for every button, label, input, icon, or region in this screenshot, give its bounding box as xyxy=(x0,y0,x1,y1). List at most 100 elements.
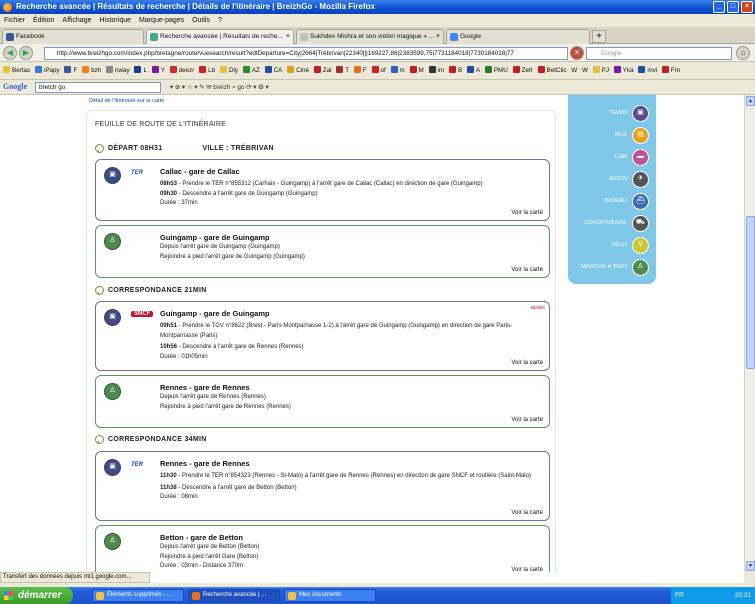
back-button[interactable]: ◀ xyxy=(3,46,17,60)
bookmark-label: B xyxy=(457,67,463,74)
taskbar-item-firefox[interactable]: Recherche avancée | ... xyxy=(188,589,280,602)
bookmark-item[interactable]: Bertas xyxy=(3,62,30,79)
menu-outils[interactable]: Outils xyxy=(192,14,210,27)
plane-icon: ✈ xyxy=(632,170,649,188)
bookmark-label: PMU xyxy=(493,67,508,74)
bookmark-item[interactable]: Lb xyxy=(199,62,215,79)
mode-bateau[interactable]: BATEAU ⛴ xyxy=(604,190,649,212)
window-titlebar[interactable]: Recherche avancée | Résultats de recherc… xyxy=(0,0,755,14)
bookmark-label: nway xyxy=(114,67,130,74)
bookmark-item[interactable]: T xyxy=(336,62,349,79)
bookmark-item[interactable]: PMU xyxy=(484,62,508,79)
tab-close-button[interactable]: × xyxy=(286,30,290,43)
scroll-up-icon[interactable]: ▲ xyxy=(746,96,755,106)
itinerary-step: ▣ TER Rennes - gare de Rennes 11h30 - Pr… xyxy=(95,451,550,521)
bookmark-item[interactable]: deezr xyxy=(169,62,195,79)
bookmark-item[interactable]: A xyxy=(466,62,480,79)
bookmark-item[interactable]: Yka xyxy=(613,62,634,79)
language-indicator[interactable]: FR xyxy=(675,592,684,599)
bus-icon: ▤ xyxy=(632,126,649,144)
taskbar-item-documents[interactable]: Mes documents xyxy=(284,589,376,602)
tab-sukhdev[interactable]: Sukhdev Mishra et son violon magique « .… xyxy=(296,29,444,44)
bookmark-item[interactable]: Ciné xyxy=(287,62,309,79)
bookmark-item[interactable]: Dly xyxy=(219,62,238,79)
bookmark-item[interactable]: Fm xyxy=(661,62,680,79)
see-map-link[interactable]: Voir la carte xyxy=(511,210,543,216)
mode-marche[interactable]: MARCHE À PIED ♙ xyxy=(581,256,649,278)
search-input[interactable]: Google xyxy=(586,47,732,60)
see-map-link[interactable]: Voir la carte xyxy=(511,510,543,516)
bookmark-item[interactable]: im xyxy=(428,62,445,79)
clock[interactable]: 20:31 xyxy=(735,587,751,604)
bookmark-item[interactable]: bzh xyxy=(82,62,101,79)
bookmark-item[interactable]: iPapy xyxy=(34,62,60,79)
new-tab-button[interactable]: + xyxy=(592,30,606,43)
bookmark-item[interactable]: of xyxy=(371,62,386,79)
stop-button[interactable]: ✕ xyxy=(570,46,584,60)
bookmark-item[interactable]: mvi xyxy=(638,62,657,79)
boat-icon: ⛴ xyxy=(632,192,649,210)
bookmark-label: W xyxy=(571,67,578,74)
home-button[interactable]: ⌂ xyxy=(736,46,750,60)
tab-close-button[interactable]: × xyxy=(436,30,440,43)
mode-car[interactable]: CAR ▬ xyxy=(615,146,649,168)
bookmark-item[interactable]: Zefr xyxy=(512,62,533,79)
bookmark-label: deezr xyxy=(178,67,195,74)
map-detail-link[interactable]: Détail de l'itinéraire sur la carte xyxy=(89,98,164,104)
step-details: 09h51 - Prendre le TGV n°8622 (Brest - P… xyxy=(160,322,545,362)
vertical-scrollbar[interactable]: ▲ ▼ xyxy=(744,95,755,572)
bookmark-item[interactable]: W xyxy=(571,62,578,79)
google-icon xyxy=(450,33,458,41)
mode-avion[interactable]: AVION ✈ xyxy=(609,168,649,190)
forward-button[interactable]: ▶ xyxy=(19,46,33,60)
menu-fichier[interactable]: Fichier xyxy=(4,14,25,27)
menu-historique[interactable]: Historique xyxy=(99,14,131,27)
tab-breizhgo[interactable]: Recherche avancée | Résultats de reche..… xyxy=(146,29,294,45)
google-toolbar-tools[interactable]: ▾ ⊕ ▾ ☆ ▾ ✎ ✉ breizh ⌕ go ⟳ ▾ ⚙ ▾ xyxy=(170,80,269,95)
mode-train[interactable]: TRAIN ▣ xyxy=(610,102,649,124)
bookmark-item[interactable]: AZ xyxy=(242,62,260,79)
step-instruction: - Prendre le TGV n°8622 (Brest - Paris-M… xyxy=(160,323,512,339)
menu-affichage[interactable]: Affichage xyxy=(62,14,91,27)
step-title: Rennes - gare de Rennes xyxy=(160,459,250,468)
google-search-input[interactable]: bretch go xyxy=(35,82,161,93)
menu-marque-pages[interactable]: Marque-pages xyxy=(139,14,184,27)
taskbar-item-deleted[interactable]: Éléments supprimés - ... xyxy=(92,589,184,602)
step-instruction: Rejoindre à pied l'arrêt gare de Rennes … xyxy=(160,403,291,410)
see-map-link[interactable]: Voir la carte xyxy=(511,360,543,366)
bookmark-item[interactable]: CA xyxy=(264,62,282,79)
tab-google[interactable]: Google xyxy=(446,29,590,44)
train-icon: ▣ xyxy=(632,104,649,122)
close-window-button[interactable]: × xyxy=(741,1,753,13)
bookmark-item[interactable]: F xyxy=(64,62,77,79)
mode-bus[interactable]: BUS ▤ xyxy=(615,124,649,146)
bookmark-item[interactable]: m xyxy=(390,62,405,79)
minimize-button[interactable]: _ xyxy=(713,1,725,13)
bookmark-item[interactable]: nway xyxy=(105,62,130,79)
bookmark-item[interactable]: B xyxy=(448,62,463,79)
menu-aide[interactable]: ? xyxy=(218,14,222,27)
mode-covoiturage[interactable]: COVOITURAGE ⛟ xyxy=(584,212,649,234)
bookmark-item[interactable]: PJ xyxy=(592,62,609,79)
tab-facebook[interactable]: Facebook xyxy=(2,29,144,44)
scroll-down-icon[interactable]: ▼ xyxy=(746,561,755,571)
bookmark-item[interactable]: M xyxy=(409,62,424,79)
menu-edition[interactable]: Édition xyxy=(33,14,54,27)
bookmark-item[interactable]: Zal xyxy=(313,62,332,79)
mode-velo[interactable]: VÉLO ⚲ xyxy=(612,234,649,256)
carpool-icon: ⛟ xyxy=(632,214,649,232)
departure-time: DÉPART 08H31 xyxy=(108,144,163,152)
maximize-button[interactable]: □ xyxy=(727,1,739,13)
bookmark-item[interactable]: F xyxy=(353,62,367,79)
scrollbar-thumb[interactable] xyxy=(746,216,755,369)
see-map-link[interactable]: Voir la carte xyxy=(511,267,543,273)
bookmark-item[interactable]: W xyxy=(582,62,588,79)
bookmark-item[interactable]: L xyxy=(134,62,147,79)
start-button[interactable]: démarrer xyxy=(0,587,73,604)
see-map-link[interactable]: Voir la carte xyxy=(511,417,543,423)
url-bar[interactable]: http://www.breizhgo.com/index.php/bretag… xyxy=(44,47,568,60)
bookmark-item[interactable]: BetClic xyxy=(537,62,567,79)
bookmark-label: im xyxy=(437,67,445,74)
itinerary-step: ♙ Rennes - gare de Rennes Depuis l'arrêt… xyxy=(95,375,550,428)
bookmark-item[interactable]: Y xyxy=(151,62,165,79)
